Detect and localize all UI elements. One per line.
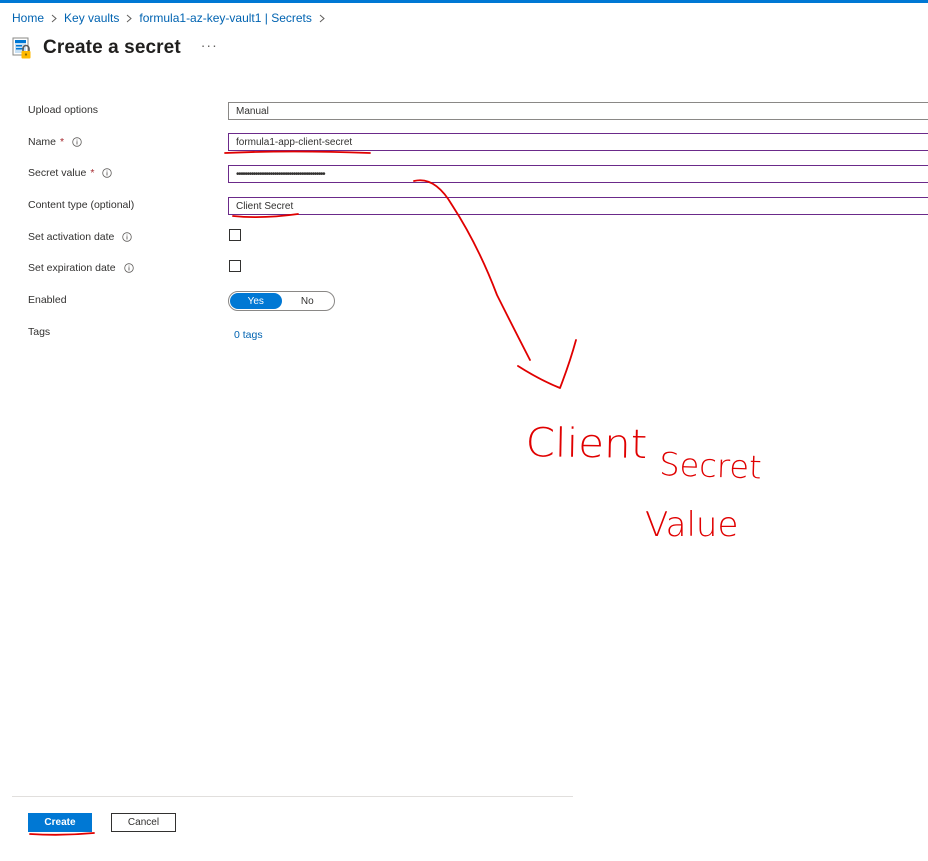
annotation-arrow <box>413 179 531 361</box>
annotation-text-client: Client <box>525 420 648 469</box>
annotation-overlay <box>29 150 577 836</box>
annotation-text-secret: Secret <box>658 445 763 487</box>
annotation-text-value: Value <box>645 505 739 545</box>
underline-create <box>29 832 95 836</box>
underline-name <box>224 150 371 154</box>
annotation-arrowhead <box>517 339 577 389</box>
underline-content-type <box>232 213 299 219</box>
